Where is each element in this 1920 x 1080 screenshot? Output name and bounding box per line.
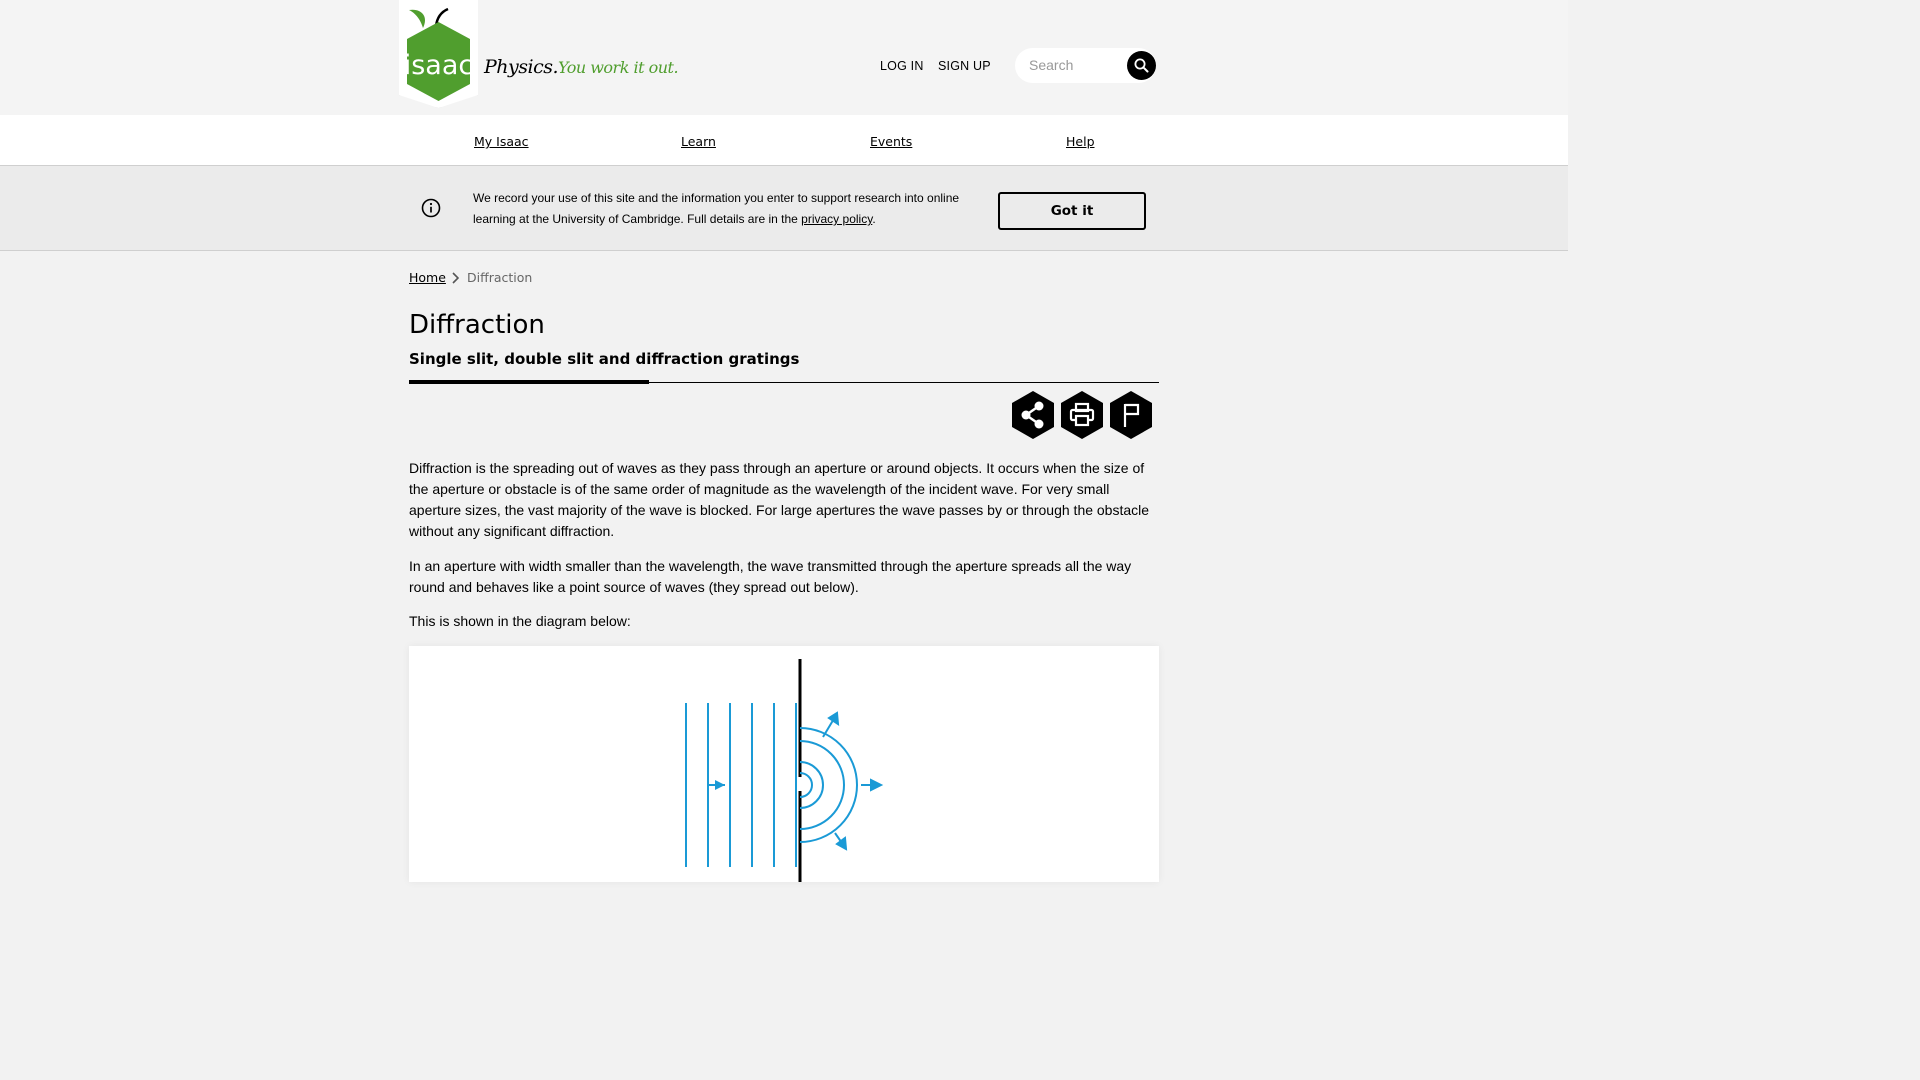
tagline-slogan: You work it out. — [558, 58, 679, 77]
flag-button[interactable] — [1110, 391, 1152, 439]
cookie-message: We record your use of this site and the … — [473, 188, 963, 230]
site-header — [0, 0, 1568, 115]
diffraction-figure — [409, 646, 1159, 882]
tagline-physics: Physics. — [484, 56, 559, 78]
chevron-right-icon — [452, 272, 459, 284]
cookie-message-text: We record your use of this site and the … — [473, 191, 960, 226]
search-box — [1015, 48, 1156, 83]
login-link[interactable]: LOG IN — [880, 59, 924, 73]
got-it-button[interactable]: Got it — [998, 192, 1146, 230]
nav-item-learn[interactable]: Learn — [681, 134, 716, 149]
isaac-logo[interactable]: isaac — [399, 0, 478, 108]
nav-item-events[interactable]: Events — [870, 134, 912, 149]
diffracted-arrows — [822, 711, 884, 851]
incident-wavefronts — [685, 703, 797, 867]
diffraction-diagram — [685, 659, 884, 882]
breadcrumb-home[interactable]: Home — [409, 270, 446, 285]
signup-link[interactable]: SIGN UP — [938, 59, 991, 73]
breadcrumb-current: Diffraction — [467, 270, 533, 285]
share-button[interactable] — [1012, 391, 1054, 439]
info-icon — [421, 198, 441, 218]
incident-arrow — [708, 780, 725, 790]
cookie-message-end: . — [872, 212, 876, 226]
nav-item-my-isaac[interactable]: My Isaac — [474, 134, 529, 149]
paragraph-aperture: In an aperture with width smaller than t… — [409, 558, 1132, 595]
logo-leaf — [409, 9, 426, 28]
search-input[interactable] — [1027, 56, 1127, 74]
logo-text: isaac — [404, 50, 474, 81]
tagline: Physics.You work it out. — [484, 56, 679, 78]
main-nav: My Isaac Learn Events Help — [0, 115, 1568, 166]
search-button[interactable] — [1127, 51, 1156, 80]
search-icon — [1134, 58, 1149, 73]
diffracted-wavefronts — [799, 727, 858, 843]
title-divider-accent — [409, 380, 649, 384]
paragraph-intro: Diffraction is the spreading out of wave… — [409, 460, 1150, 539]
page-title: Diffraction — [409, 310, 545, 340]
paragraph-diagram-intro: This is shown in the diagram below: — [409, 613, 631, 629]
privacy-policy-link[interactable]: privacy policy — [801, 212, 872, 226]
nav-item-help[interactable]: Help — [1066, 134, 1095, 149]
print-button[interactable] — [1061, 391, 1103, 439]
page-subtitle: Single slit, double slit and diffraction… — [409, 350, 800, 368]
